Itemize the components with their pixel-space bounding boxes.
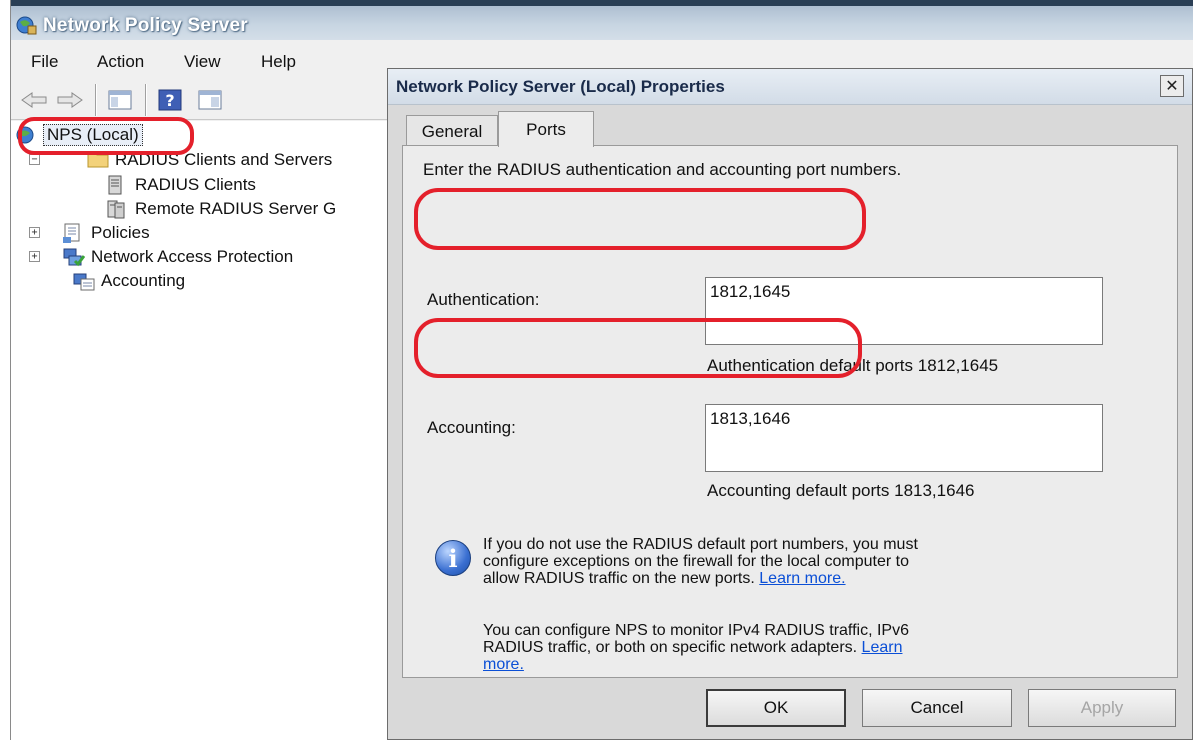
- tree-label-accounting: Accounting: [101, 271, 186, 290]
- tree-label-network-access-protection: Network Access Protection: [91, 247, 294, 266]
- nap-icon: [63, 247, 86, 267]
- menu-action[interactable]: Action: [97, 52, 144, 72]
- info-icon: i: [435, 540, 471, 576]
- accounting-ports-input[interactable]: 1813,1646: [705, 404, 1103, 472]
- tree-item-network-access-protection[interactable]: + Network Access Protection: [29, 245, 293, 269]
- server-group-icon: [107, 199, 127, 219]
- tree-label-policies: Policies: [91, 223, 150, 242]
- close-icon: ✕: [1165, 78, 1179, 95]
- tree-item-policies[interactable]: + Policies: [29, 221, 150, 245]
- toolbar-separator: [145, 84, 147, 116]
- collapse-icon[interactable]: −: [29, 154, 40, 165]
- svg-text:?: ?: [165, 91, 174, 110]
- expand-icon[interactable]: +: [29, 251, 40, 262]
- dialog-title-bar[interactable]: Network Policy Server (Local) Properties…: [388, 69, 1192, 105]
- tree-label-radius-clients: RADIUS Clients: [135, 175, 256, 194]
- expand-icon[interactable]: +: [29, 227, 40, 238]
- back-arrow-icon[interactable]: [19, 86, 49, 114]
- help-icon[interactable]: ?: [155, 86, 185, 114]
- accounting-icon: [73, 271, 95, 291]
- forward-arrow-icon[interactable]: [55, 86, 85, 114]
- menu-file[interactable]: File: [31, 52, 58, 72]
- tab-general[interactable]: General: [406, 115, 498, 147]
- accounting-label: Accounting:: [427, 418, 516, 437]
- main-title-bar[interactable]: Network Policy Server: [11, 0, 1193, 40]
- annotation-oval-accounting: [414, 318, 862, 378]
- apply-button[interactable]: Apply: [1028, 689, 1176, 727]
- tree-item-radius-clients[interactable]: RADIUS Clients: [107, 173, 256, 197]
- firewall-info-text: If you do not use the RADIUS default por…: [483, 536, 918, 587]
- properties-dialog: Network Policy Server (Local) Properties…: [387, 68, 1193, 740]
- console-tree: NPS (Local) − RADIUS Clients and Servers…: [11, 121, 406, 740]
- annotation-oval-authentication: [414, 188, 866, 250]
- learn-more-link-adapters[interactable]: Learn: [862, 639, 903, 656]
- authentication-ports-value: 1812,1645: [710, 282, 791, 301]
- main-window-title: Network Policy Server: [43, 15, 248, 36]
- accounting-ports-value: 1813,1646: [710, 409, 791, 428]
- dialog-title: Network Policy Server (Local) Properties: [396, 77, 725, 96]
- tab-ports[interactable]: Ports: [498, 111, 594, 147]
- properties-icon[interactable]: [195, 86, 225, 114]
- nps-app-icon: [15, 14, 37, 36]
- ok-button[interactable]: OK: [706, 689, 846, 727]
- authentication-label: Authentication:: [427, 290, 540, 309]
- server-icon: [107, 175, 127, 195]
- tree-item-accounting[interactable]: Accounting: [73, 269, 185, 293]
- adapter-info-line2: RADIUS traffic, or both on specific netw…: [483, 639, 858, 656]
- firewall-info-line2: configure exceptions on the firewall for…: [483, 553, 910, 570]
- firewall-info-line3: allow RADIUS traffic on the new ports.: [483, 570, 755, 587]
- toolbar-separator: [95, 84, 97, 116]
- tree-item-remote-radius-server-groups[interactable]: Remote RADIUS Server G: [107, 197, 336, 221]
- adapter-info-line1: You can configure NPS to monitor IPv4 RA…: [483, 622, 909, 639]
- menu-help[interactable]: Help: [261, 52, 296, 72]
- menu-view[interactable]: View: [184, 52, 221, 72]
- adapter-info-text: You can configure NPS to monitor IPv4 RA…: [483, 622, 909, 673]
- tree-label-remote-radius-server-groups: Remote RADIUS Server G: [135, 199, 337, 218]
- firewall-info-line1: If you do not use the RADIUS default por…: [483, 536, 918, 553]
- learn-more-link-firewall[interactable]: Learn more.: [759, 570, 845, 587]
- show-hide-tree-icon[interactable]: [105, 86, 135, 114]
- cancel-button[interactable]: Cancel: [862, 689, 1012, 727]
- policies-icon: [63, 223, 83, 243]
- accounting-default-hint: Accounting default ports 1813,1646: [707, 481, 975, 500]
- annotation-oval-nps-local: [18, 117, 194, 155]
- close-button[interactable]: ✕: [1160, 75, 1184, 97]
- ports-description: Enter the RADIUS authentication and acco…: [423, 160, 902, 179]
- learn-more-link-adapters-cont[interactable]: more.: [483, 656, 524, 673]
